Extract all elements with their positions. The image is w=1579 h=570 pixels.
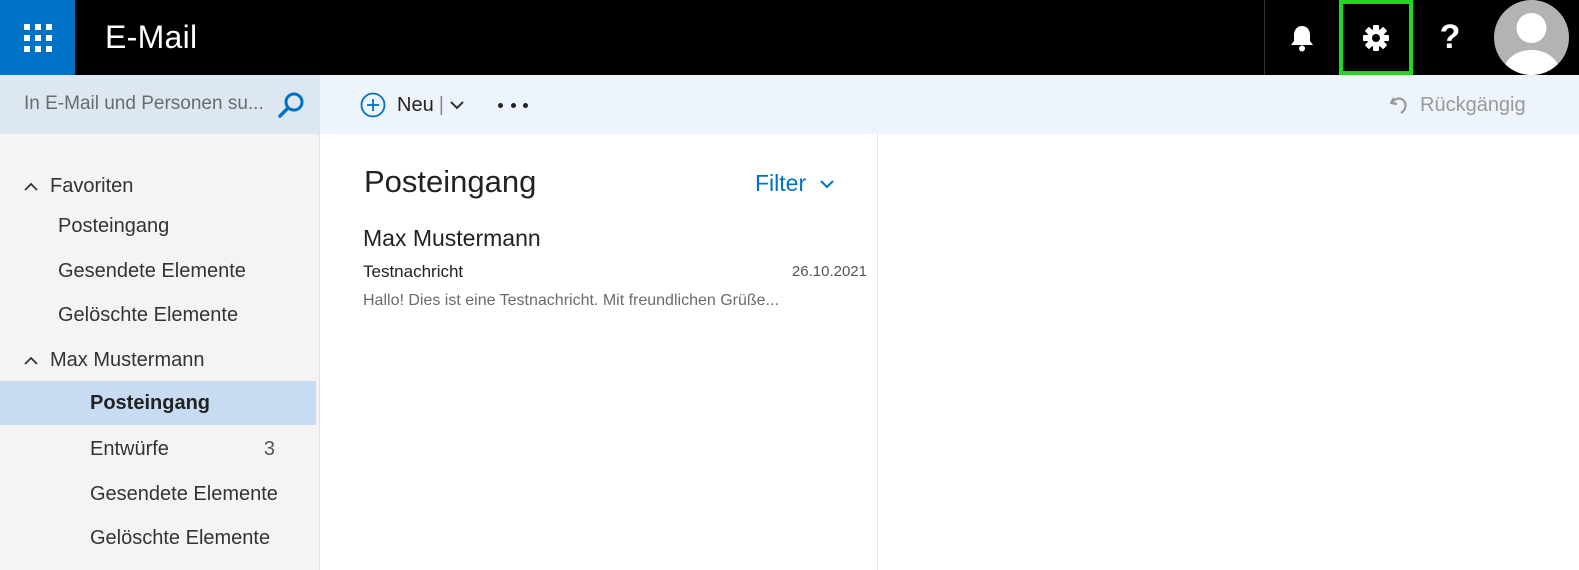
search-icon[interactable] bbox=[277, 91, 305, 119]
settings-button[interactable] bbox=[1339, 0, 1413, 75]
new-message-label: Neu bbox=[397, 93, 434, 116]
folder-item-label: Entwürfe bbox=[90, 437, 169, 460]
folder-group-favorites[interactable]: Favoriten bbox=[24, 164, 133, 208]
filter-button[interactable]: Filter bbox=[755, 170, 834, 197]
reading-pane bbox=[879, 134, 1579, 570]
folder-item-sent[interactable]: Gesendete Elemente bbox=[0, 472, 316, 516]
filter-label: Filter bbox=[755, 170, 807, 196]
app-launcher-button[interactable] bbox=[0, 0, 75, 75]
folder-group-label: Max Mustermann bbox=[50, 348, 205, 371]
folder-item-label: Posteingang bbox=[58, 214, 170, 237]
more-actions-button[interactable] bbox=[498, 94, 528, 116]
unread-count-badge: 3 bbox=[263, 437, 275, 460]
folder-item-favorites-sent[interactable]: Gesendete Elemente bbox=[0, 249, 316, 293]
chevron-up-icon bbox=[24, 182, 38, 191]
ellipsis-icon bbox=[498, 102, 503, 108]
top-bar: E-Mail ? bbox=[0, 0, 1579, 75]
folder-item-label: Gelöschte Elemente bbox=[90, 526, 271, 549]
message-subject: Testnachricht bbox=[363, 262, 464, 281]
help-icon: ? bbox=[1439, 18, 1461, 56]
folder-item-favorites-inbox[interactable]: Posteingang bbox=[0, 204, 316, 248]
gear-icon bbox=[1363, 24, 1389, 51]
ellipsis-icon bbox=[510, 102, 516, 108]
folder-item-label: Posteingang bbox=[90, 391, 211, 414]
message-preview: Hallo! Dies ist eine Testnachricht. Mit … bbox=[363, 292, 779, 309]
ellipsis-icon bbox=[523, 102, 528, 108]
app-title: E-Mail bbox=[105, 19, 198, 55]
undo-icon bbox=[1389, 97, 1407, 114]
folder-title: Posteingang bbox=[364, 164, 537, 199]
folder-item-deleted[interactable]: Gelöschte Elemente bbox=[0, 516, 316, 560]
folder-group-account[interactable]: Max Mustermann bbox=[24, 338, 205, 382]
folder-group-label: Favoriten bbox=[50, 174, 134, 197]
message-date: 26.10.2021 bbox=[791, 263, 867, 280]
new-message-separator: | bbox=[438, 93, 444, 116]
chevron-up-icon bbox=[24, 356, 38, 365]
chevron-down-icon[interactable] bbox=[450, 100, 464, 110]
notifications-button[interactable] bbox=[1265, 0, 1339, 75]
avatar[interactable] bbox=[1494, 0, 1569, 75]
undo-button[interactable]: Rückgängig bbox=[1388, 90, 1526, 120]
new-message-button[interactable]: Neu | bbox=[360, 90, 464, 120]
folder-item-favorites-deleted[interactable]: Gelöschte Elemente bbox=[0, 293, 316, 337]
app-launcher-icon bbox=[23, 23, 52, 52]
plus-circle-icon bbox=[360, 92, 386, 118]
folder-item-label: Gelöschte Elemente bbox=[58, 303, 239, 326]
help-button[interactable]: ? bbox=[1413, 0, 1487, 75]
command-bar: Neu | Rückgängig bbox=[320, 75, 1579, 134]
folder-item-drafts[interactable]: Entwürfe 3 bbox=[0, 427, 316, 471]
message-list: Posteingang Filter Max Mustermann Testna… bbox=[320, 134, 878, 570]
search-area bbox=[0, 75, 320, 134]
bell-icon bbox=[1291, 25, 1313, 51]
chevron-down-icon bbox=[820, 179, 834, 188]
folder-pane: Favoriten Posteingang Gesendete Elemente… bbox=[0, 134, 320, 570]
folder-item-label: Gesendete Elemente bbox=[58, 259, 246, 282]
message-list-item[interactable]: Max Mustermann Testnachricht 26.10.2021 … bbox=[363, 222, 869, 322]
search-input[interactable] bbox=[24, 91, 274, 117]
avatar-icon bbox=[1503, 13, 1560, 75]
folder-item-inbox[interactable]: Posteingang bbox=[0, 381, 316, 425]
undo-label: Rückgängig bbox=[1420, 93, 1526, 116]
message-sender: Max Mustermann bbox=[363, 225, 541, 251]
folder-item-label: Gesendete Elemente bbox=[90, 482, 278, 505]
